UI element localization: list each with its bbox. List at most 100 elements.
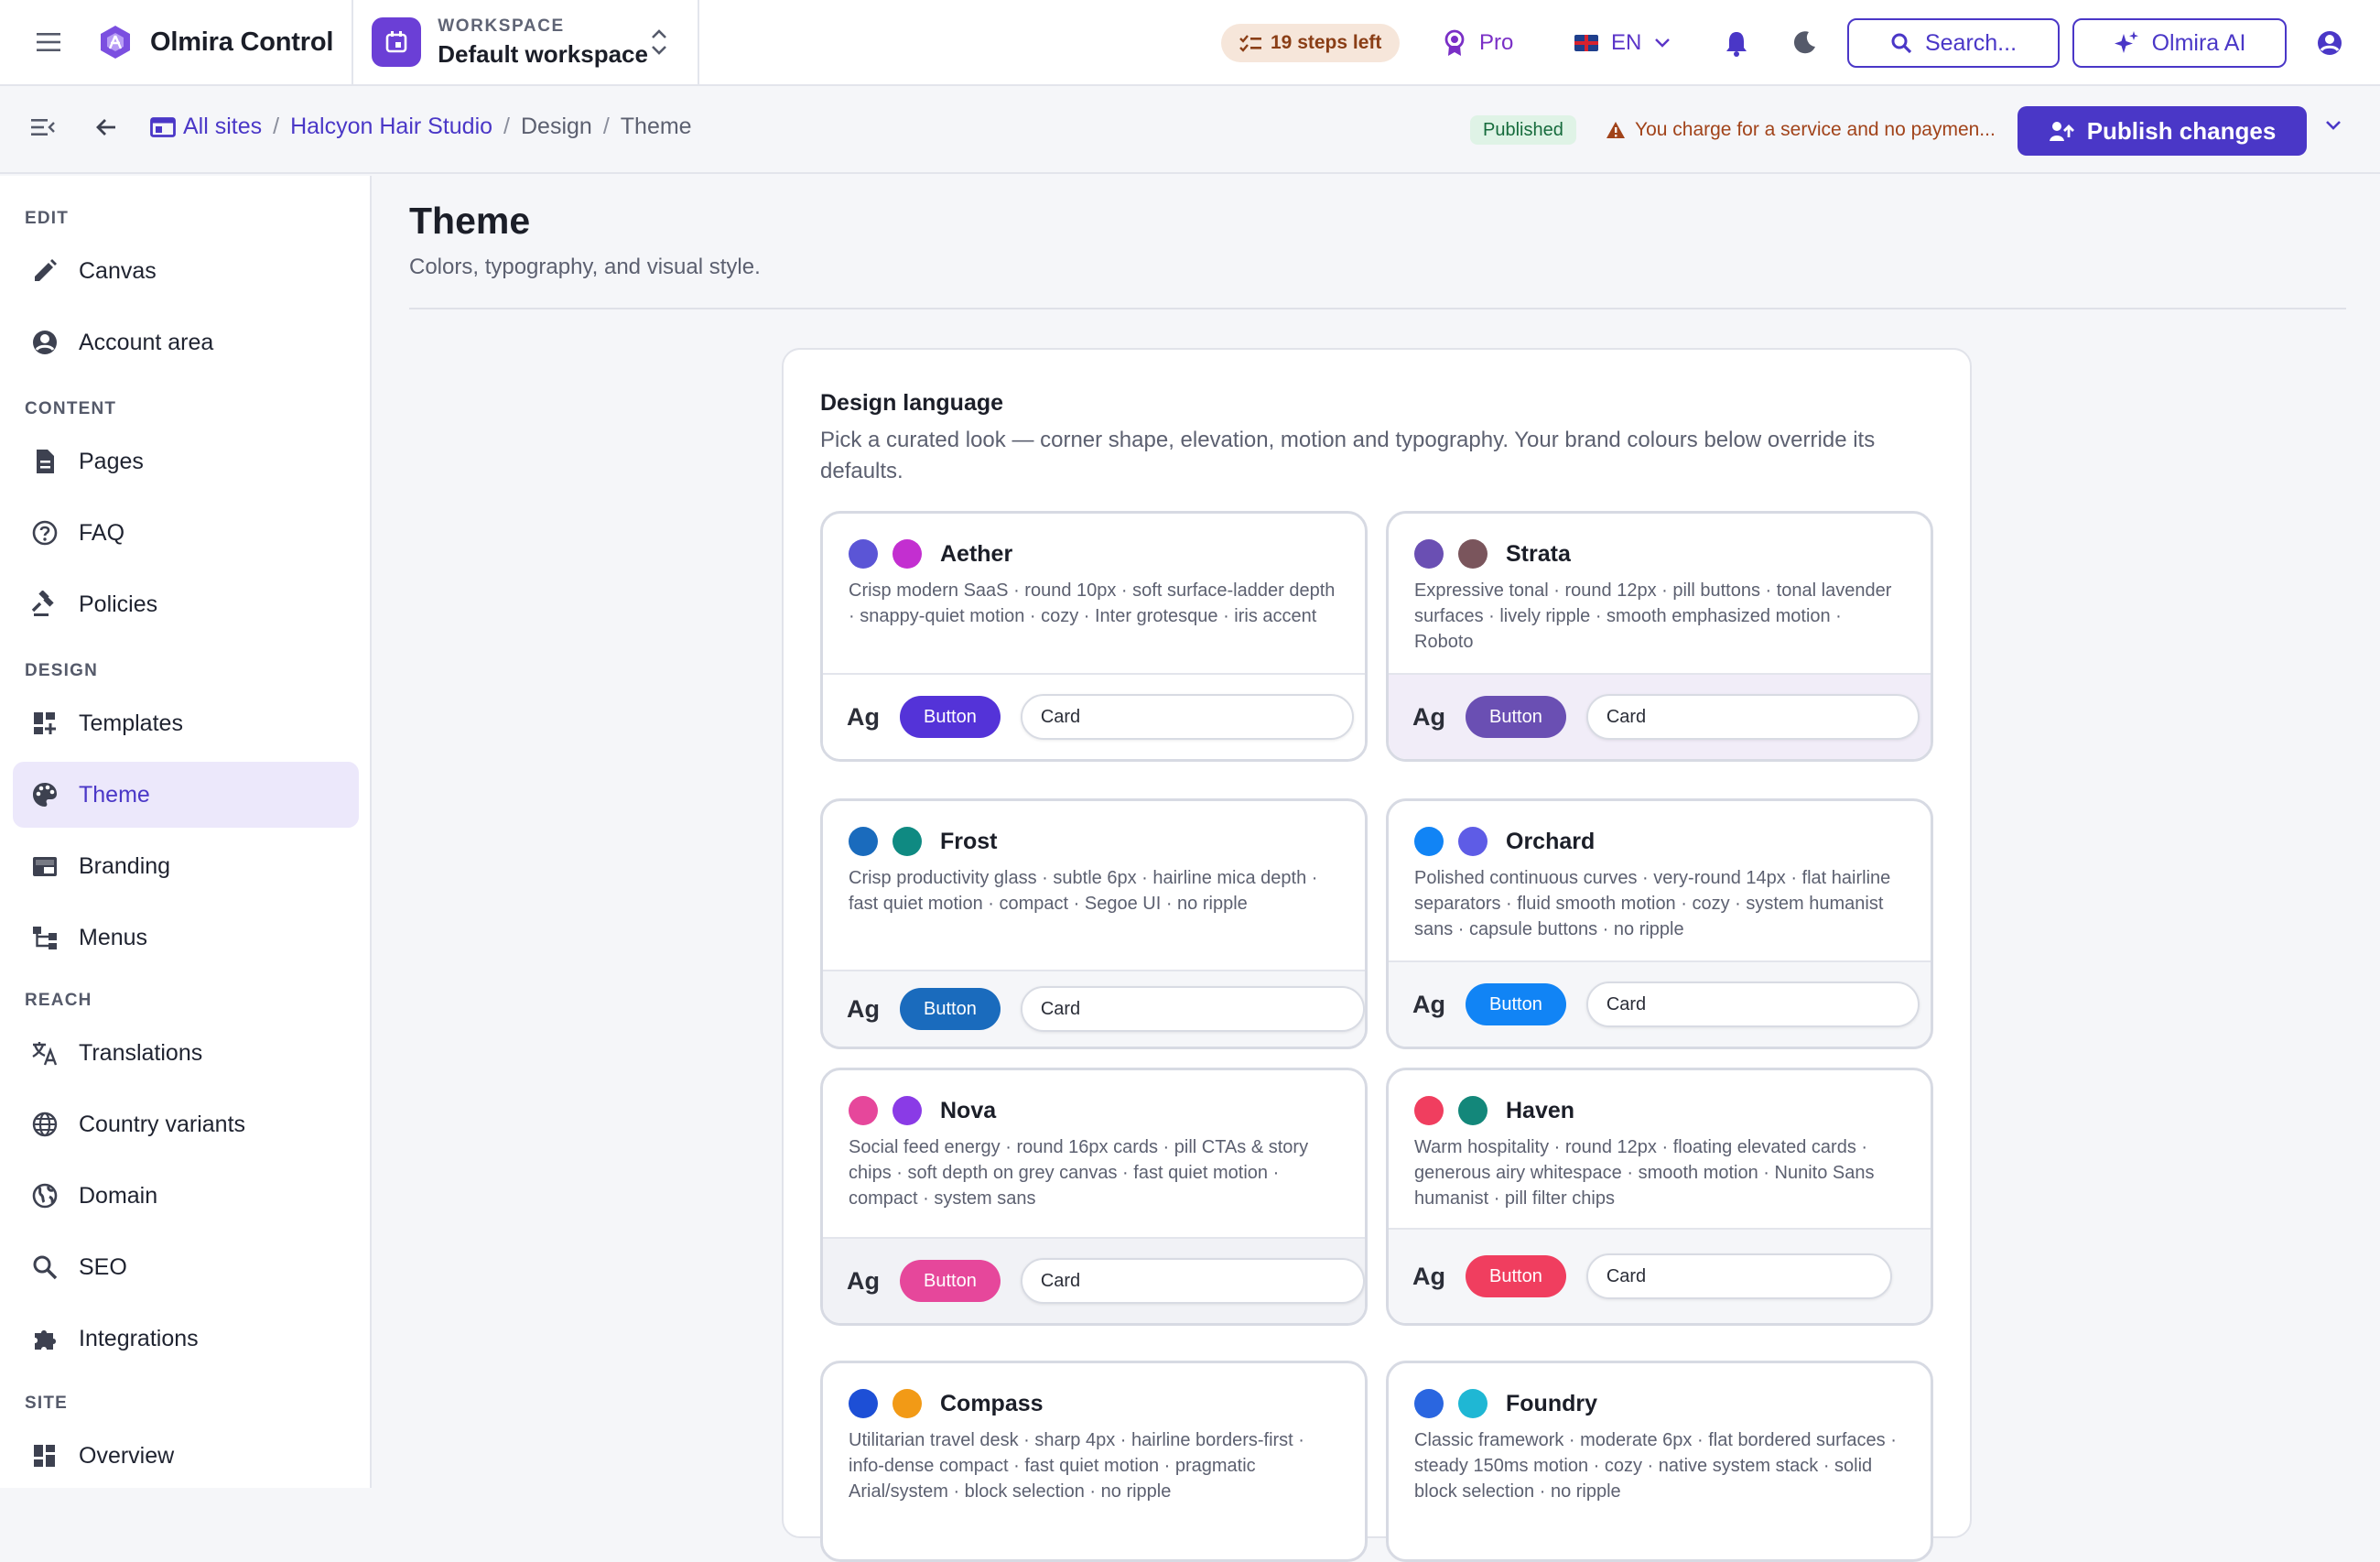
breadcrumb-design: Design — [520, 114, 592, 139]
sidebar-item-label: Account area — [79, 329, 214, 355]
typography-sample: Ag — [847, 702, 880, 731]
theme-preview: Ag Button Card — [823, 970, 1365, 1047]
olmira-logo-icon — [101, 26, 130, 59]
theme-description: Classic framework · moderate 6px · flat … — [1414, 1430, 1897, 1502]
award-icon — [1444, 29, 1465, 56]
publish-icon — [2049, 122, 2074, 141]
sidebar-item-country-variants[interactable]: Country variants — [13, 1091, 359, 1157]
design-language-description: Pick a curated look — corner shape, elev… — [820, 428, 1876, 483]
theme-option-orchard[interactable]: Orchard Polished continuous curves · very… — [1386, 798, 1933, 1049]
workspace-switcher[interactable]: WORKSPACE Default workspace — [353, 0, 700, 85]
color-swatch-2 — [892, 1096, 922, 1125]
language-selector[interactable]: EN — [1574, 24, 1671, 62]
preview-button: Button — [1466, 696, 1566, 738]
theme-name: Nova — [940, 1097, 997, 1123]
payment-warning-text: You charge for a service and no paymen..… — [1635, 119, 1996, 140]
checklist-icon — [1239, 35, 1261, 52]
theme-option-frost[interactable]: Frost Crisp productivity glass · subtle 6… — [820, 798, 1368, 1049]
notifications-button[interactable] — [1725, 29, 1748, 61]
help-circle-icon — [32, 520, 58, 546]
arrow-left-icon — [96, 119, 115, 136]
preview-button: Button — [1466, 983, 1566, 1025]
breadcrumb-separator: / — [273, 114, 280, 139]
sidebar-item-domain[interactable]: Domain — [13, 1163, 359, 1229]
plan-badge[interactable]: Pro — [1443, 24, 1513, 62]
main-menu-button[interactable] — [0, 0, 97, 85]
theme-option-haven[interactable]: Haven Warm hospitality · round 12px · flo… — [1386, 1068, 1933, 1326]
globe-icon — [32, 1112, 58, 1137]
color-swatch-1 — [1414, 1096, 1444, 1125]
color-swatch-2 — [892, 539, 922, 569]
theme-name: Strata — [1506, 540, 1571, 567]
breadcrumb-separator: / — [602, 114, 610, 139]
breadcrumb-separator: / — [503, 114, 510, 139]
sidebar-item-branding[interactable]: Branding — [13, 833, 359, 899]
sidebar-item-label: Theme — [79, 781, 150, 808]
preview-card: Card — [1020, 1258, 1365, 1304]
preview-card: Card — [1020, 986, 1365, 1032]
breadcrumb-site[interactable]: Halcyon Hair Studio — [290, 114, 492, 140]
theme-option-aether[interactable]: Aether Crisp modern SaaS · round 10px · s… — [820, 511, 1368, 762]
olmira-ai-button[interactable]: Olmira AI — [2072, 18, 2287, 68]
sidebar-item-policies[interactable]: Policies — [13, 571, 359, 637]
chevron-down-icon — [1655, 38, 1671, 48]
sidebar-item-label: Canvas — [79, 257, 157, 284]
payment-warning[interactable]: You charge for a service and no paymen..… — [1606, 115, 1996, 145]
sidebar-item-templates[interactable]: Templates — [13, 690, 359, 756]
sidebar-section-reach: REACH — [25, 991, 92, 1010]
sidebar-item-integrations[interactable]: Integrations — [13, 1306, 359, 1372]
publish-options-button[interactable] — [2325, 119, 2342, 136]
breadcrumb-all-sites[interactable]: All sites — [183, 114, 262, 140]
theme-option-foundry[interactable]: Foundry Classic framework · moderate 6px … — [1386, 1361, 1933, 1562]
sidebar-item-canvas[interactable]: Canvas — [13, 238, 359, 304]
sidebar-item-translations[interactable]: Translations — [13, 1020, 359, 1086]
sidebar-item-label: FAQ — [79, 519, 125, 546]
publish-changes-button[interactable]: Publish changes — [2018, 106, 2307, 156]
page-title: Theme — [409, 200, 531, 242]
color-swatch-2 — [1458, 1389, 1488, 1418]
palette-icon — [33, 783, 57, 807]
design-language-card: Design language Pick a curated look — co… — [782, 348, 1972, 1562]
app-logo[interactable]: Olmira Control — [97, 0, 354, 85]
theme-description: Social feed energy · round 16px cards · … — [849, 1137, 1309, 1209]
color-swatch-1 — [1414, 827, 1444, 856]
theme-description: Crisp modern SaaS · round 10px · soft su… — [849, 580, 1336, 626]
color-swatch-1 — [849, 539, 878, 569]
pencil-icon — [35, 259, 57, 281]
sidebar-item-seo[interactable]: SEO — [13, 1234, 359, 1300]
sidebar-item-label: Integrations — [79, 1325, 199, 1351]
sidebar-section-content: CONTENT — [25, 399, 117, 418]
sidebar-item-theme[interactable]: Theme — [13, 762, 359, 828]
theme-option-strata[interactable]: Strata Expressive tonal · round 12px · pi… — [1386, 511, 1933, 762]
warning-icon — [1606, 122, 1625, 138]
moon-icon — [1793, 31, 1815, 54]
sidebar-item-account-area[interactable]: Account area — [13, 309, 359, 375]
translate-icon — [32, 1042, 58, 1066]
sidebar-item-faq[interactable]: FAQ — [13, 500, 359, 566]
workspace-name: Default workspace — [438, 39, 648, 68]
sidebar-section-site: SITE — [25, 1394, 69, 1413]
theme-toggle-button[interactable] — [1792, 29, 1818, 60]
sidebar-item-label: Menus — [79, 924, 148, 950]
theme-option-nova[interactable]: Nova Social feed energy · round 16px card… — [820, 1068, 1368, 1326]
page-subtitle: Colors, typography, and visual style. — [409, 255, 761, 279]
typography-sample: Ag — [1412, 1262, 1445, 1290]
color-swatch-1 — [1414, 539, 1444, 569]
collapse-sidebar-button[interactable] — [31, 117, 55, 142]
theme-option-compass[interactable]: Compass Utilitarian travel desk · sharp 4… — [820, 1361, 1368, 1562]
sidebar-item-overview[interactable]: Overview — [13, 1423, 359, 1489]
puzzle-icon — [35, 1330, 56, 1350]
typography-sample: Ag — [847, 1266, 880, 1295]
sidebar-item-pages[interactable]: Pages — [13, 428, 359, 494]
main-content: Theme Colors, typography, and visual sty… — [373, 176, 2380, 1562]
steps-left-badge[interactable]: 19 steps left — [1221, 24, 1401, 62]
typography-sample: Ag — [1412, 990, 1445, 1018]
preview-card: Card — [1020, 694, 1354, 740]
back-button[interactable] — [95, 117, 117, 142]
search-button[interactable]: Search... — [1847, 18, 2060, 68]
sidebar-item-menus[interactable]: Menus — [13, 905, 359, 971]
account-button[interactable] — [2316, 29, 2343, 61]
color-swatch-2 — [892, 827, 922, 856]
sidebar-item-label: Templates — [79, 710, 183, 736]
calendar-icon — [372, 17, 422, 67]
